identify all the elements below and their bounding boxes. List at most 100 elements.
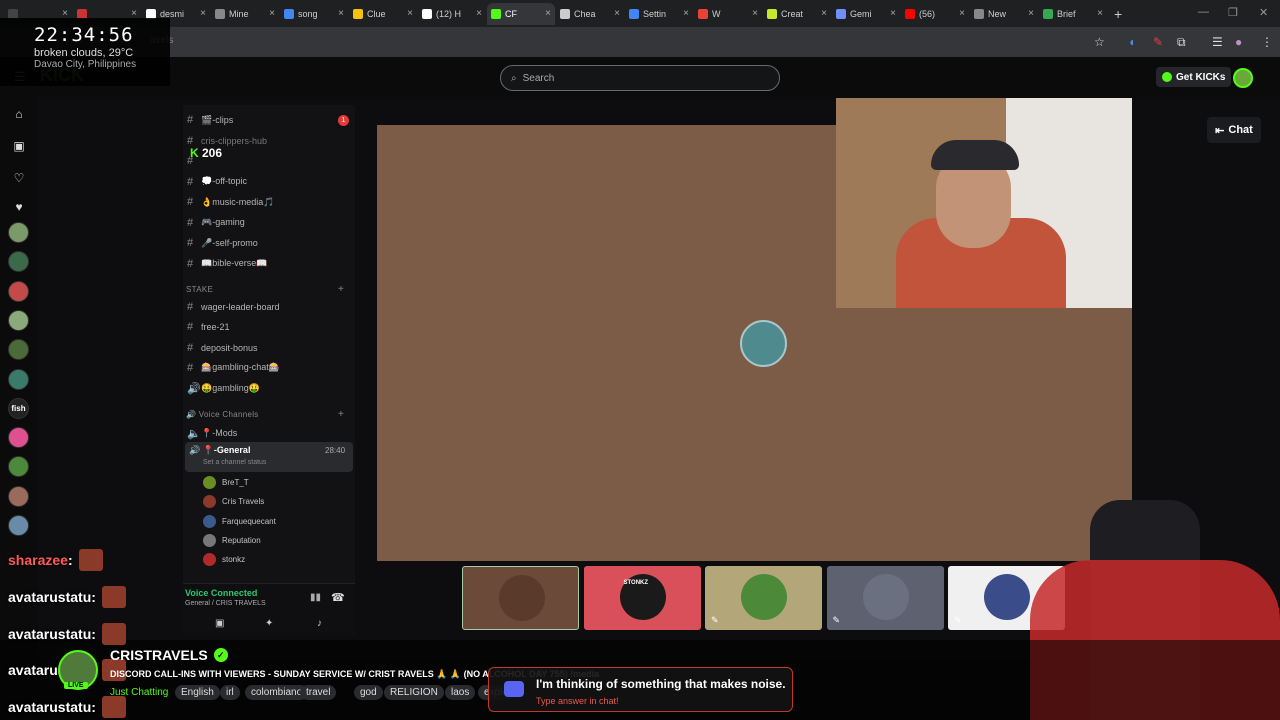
tab-close-icon[interactable]: × (338, 8, 344, 19)
browser-tab[interactable]: Clue × (349, 3, 417, 25)
reading-list-icon[interactable]: ☰ (1212, 35, 1223, 49)
chat-username[interactable]: sharazee (8, 552, 68, 568)
stream-category[interactable]: Just Chatting (110, 687, 168, 698)
user-avatar[interactable] (1233, 68, 1253, 88)
minimize-icon[interactable]: — (1198, 6, 1209, 18)
tab-close-icon[interactable]: × (476, 8, 482, 19)
text-channel[interactable]: # 🎤-self-promo (187, 237, 258, 249)
stream-tag[interactable]: RELIGION (384, 685, 444, 700)
add-voice-channel-icon[interactable]: + (338, 409, 344, 420)
tab-close-icon[interactable]: × (821, 8, 827, 19)
call-participant-tile[interactable] (462, 566, 579, 630)
followed-channel-avatar[interactable] (8, 222, 29, 243)
text-channel[interactable]: # 👌music-media🎵 (187, 196, 274, 208)
tab-close-icon[interactable]: × (200, 8, 206, 19)
voice-channel-mods[interactable]: 🔈 📍-Mods (187, 427, 237, 440)
text-channel[interactable]: # 💭-off-topic (187, 176, 247, 188)
followed-channel-avatar[interactable] (8, 485, 29, 507)
browser-tab[interactable]: W × (694, 3, 762, 25)
stake-channel[interactable]: # wager-leader-board (187, 301, 280, 313)
tab-close-icon[interactable]: × (1097, 8, 1103, 19)
stake-category[interactable]: STAKE (186, 285, 213, 294)
browser-tab[interactable]: song × (280, 3, 348, 25)
voice-user[interactable]: Reputation (203, 533, 261, 547)
voice-user[interactable]: Cris Travels (203, 495, 264, 509)
stream-tag[interactable]: irl (220, 685, 240, 700)
followed-channel-avatar[interactable] (8, 368, 29, 390)
browser-tab[interactable]: Chea × (556, 3, 624, 25)
tab-close-icon[interactable]: × (269, 8, 275, 19)
search-input[interactable]: ⌕ Search (500, 65, 780, 91)
soundboard-icon[interactable]: ♪ (317, 618, 322, 629)
close-window-icon[interactable]: ✕ (1259, 6, 1268, 19)
home-icon[interactable]: ⌂ (11, 107, 27, 123)
address-bar[interactable]: avels ☆ ◖ ✎ ⧉ ☰ ● ⋮ (0, 27, 1280, 57)
followed-channel-avatar[interactable] (8, 280, 29, 302)
browser-tab[interactable]: New × (970, 3, 1038, 25)
voice-channel-general[interactable]: 🔊 📍-General 28:40 Set a channel status (185, 442, 353, 472)
voice-user[interactable]: BreT_T (203, 476, 249, 489)
followed-channel-avatar[interactable] (8, 427, 29, 449)
call-participant-tile[interactable]: ✎ (826, 566, 944, 630)
browser-tab[interactable]: (12) H × (418, 3, 486, 25)
chat-toggle-button[interactable]: ⇤ Chat (1207, 117, 1261, 143)
chat-username[interactable]: avatarustatu (8, 626, 91, 642)
text-channel[interactable]: # 🎬-clips (187, 114, 233, 126)
get-kicks-button[interactable]: Get KICKs (1156, 67, 1232, 87)
stream-tag[interactable]: English (175, 685, 220, 700)
chat-username[interactable]: avatarustatu (8, 699, 91, 715)
browser-tab[interactable]: Mine × (211, 3, 279, 25)
text-channel[interactable]: # cris-clippers-hub (187, 135, 267, 147)
tab-close-icon[interactable]: × (614, 8, 620, 19)
stream-tag[interactable]: travel (300, 685, 337, 700)
tab-close-icon[interactable]: × (545, 8, 551, 19)
tab-close-icon[interactable]: × (752, 8, 758, 19)
browser-tab[interactable]: Creat × (763, 3, 831, 25)
stream-tag[interactable]: god (354, 685, 383, 700)
channel-status-hint[interactable]: Set a channel status (203, 459, 266, 466)
followed-channel-avatar[interactable]: fish (8, 397, 29, 419)
tab-close-icon[interactable]: × (959, 8, 965, 19)
browser-tab[interactable]: (56) × (901, 3, 969, 25)
bookmark-star-icon[interactable]: ☆ (1094, 35, 1105, 49)
activities-icon[interactable]: ✦ (265, 618, 273, 629)
chat-username[interactable]: avatarustatu (8, 589, 91, 605)
add-channel-icon[interactable]: + (338, 284, 344, 295)
call-participant-tile[interactable]: STONKZ (583, 566, 701, 630)
browser-menu-icon[interactable]: ⋮ (1261, 35, 1273, 49)
signal-icon[interactable]: ▮▮ (310, 592, 321, 603)
tab-close-icon[interactable]: × (683, 8, 689, 19)
tab-close-icon[interactable]: × (407, 8, 413, 19)
stake-channel[interactable]: # deposit-bonus (187, 342, 258, 354)
new-tab-button[interactable]: + (1114, 6, 1122, 22)
text-channel[interactable]: # 📖bible-verse📖 (187, 258, 267, 270)
restore-icon[interactable]: ❐ (1228, 6, 1238, 19)
browser-tab[interactable]: CF × (487, 2, 555, 25)
followed-channel-avatar[interactable] (8, 309, 29, 331)
extensions-puzzle-icon[interactable]: ⧉ (1177, 35, 1186, 50)
tab-close-icon[interactable]: × (1028, 8, 1034, 19)
stake-channel[interactable]: # 🎰gambling-chat🎰 (187, 362, 280, 374)
stake-channel[interactable]: # free-21 (187, 321, 230, 333)
browser-tab[interactable]: Brief × (1039, 3, 1107, 25)
browse-icon[interactable]: ▣ (11, 139, 27, 155)
text-channel[interactable]: # 🎮-gaming (187, 217, 245, 229)
call-participant-tile[interactable]: ✎ (705, 566, 822, 630)
voice-user[interactable]: Farquequecant (203, 514, 276, 528)
stream-tag[interactable]: colombiano (245, 685, 309, 700)
followed-channel-avatar[interactable] (8, 515, 29, 536)
browser-tab[interactable]: Gemi × (832, 3, 900, 25)
tab-close-icon[interactable]: × (890, 8, 896, 19)
stream-tag[interactable]: laos (445, 685, 476, 700)
channel-name[interactable]: CRISTRAVELS ✓ (110, 647, 228, 663)
extension-pen-icon[interactable]: ✎ (1153, 35, 1163, 49)
extension-audio-icon[interactable]: ◖ (1128, 35, 1135, 49)
camera-icon[interactable]: ▣ (215, 618, 224, 629)
voice-category[interactable]: 🔊 Voice Channels (186, 410, 259, 419)
voice-user[interactable]: stonkz (203, 553, 245, 567)
browser-tab[interactable]: Settin × (625, 3, 693, 25)
profile-icon[interactable]: ● (1235, 35, 1242, 49)
following-icon[interactable]: ♡ (11, 171, 27, 187)
stake-channel[interactable]: 🔊 🤑gambling🤑 (187, 382, 260, 395)
disconnect-icon[interactable]: ☎ (331, 591, 345, 604)
